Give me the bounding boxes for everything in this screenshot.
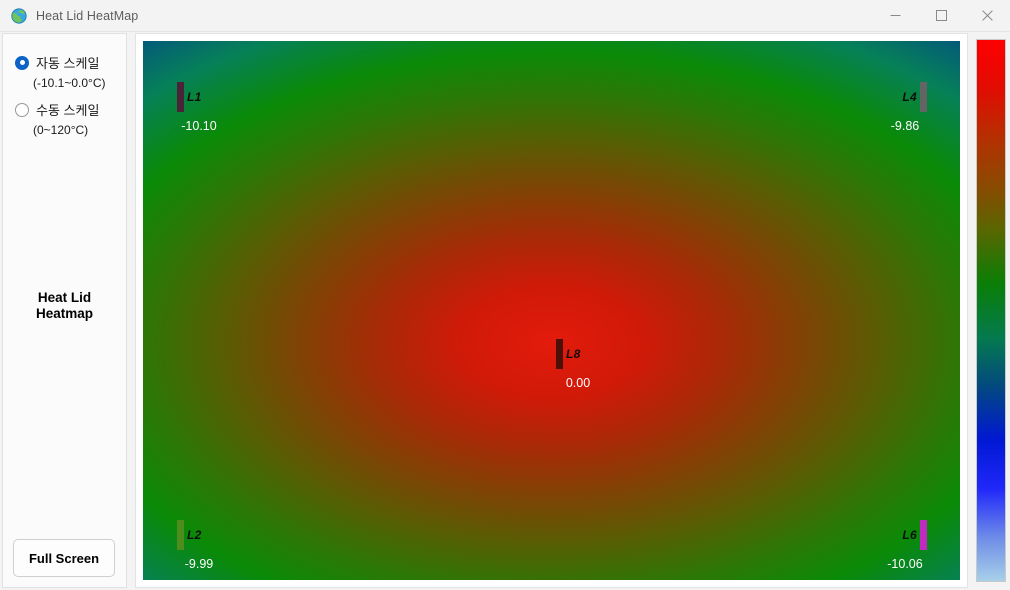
radio-manual-scale-label: 수동 스케일	[36, 103, 100, 118]
probe-L4[interactable]: L4 -9.86	[883, 81, 927, 133]
probe-value: -9.99	[184, 557, 214, 571]
radio-manual-scale[interactable]: 수동 스케일	[15, 100, 99, 119]
probe-head: L2	[177, 519, 221, 551]
probe-L1[interactable]: L1 -10.10	[177, 81, 221, 133]
probe-label: L4	[902, 90, 917, 104]
colorbar-frame	[972, 33, 1008, 588]
panel-title-line2: Heatmap	[35, 306, 94, 321]
probe-value: -10.10	[181, 119, 217, 133]
minimize-icon	[890, 15, 900, 16]
close-button[interactable]	[964, 0, 1010, 31]
manual-scale-range: (0~120°C)	[33, 123, 89, 137]
probe-value: -9.86	[890, 119, 920, 133]
probe-marker-bar	[920, 520, 927, 550]
radio-auto-scale-label: 자동 스케일	[36, 56, 100, 71]
probe-marker-bar	[177, 82, 184, 112]
probe-head: L4	[883, 81, 927, 113]
maximize-button[interactable]	[918, 0, 964, 31]
probe-L8[interactable]: L8 0.00	[556, 338, 600, 390]
minimize-button[interactable]	[872, 0, 918, 31]
probe-label: L8	[566, 347, 581, 361]
window-controls	[872, 0, 1010, 31]
radio-selected-icon	[15, 55, 29, 70]
probe-head: L8	[556, 338, 600, 370]
probe-value: 0.00	[565, 376, 591, 390]
probe-value: -10.06	[887, 557, 923, 571]
panel-title-line1: Heat Lid	[37, 290, 92, 305]
probe-head: L1	[177, 81, 221, 113]
window-title: Heat Lid HeatMap	[36, 8, 139, 23]
probe-marker-bar	[920, 82, 927, 112]
auto-scale-range: (-10.1~0.0°C)	[33, 76, 106, 90]
probe-marker-bar	[556, 339, 563, 369]
probe-L2[interactable]: L2 -9.99	[177, 519, 221, 571]
title-bar: Heat Lid HeatMap	[0, 0, 1010, 32]
heatmap-frame: L1 -10.10 L4 -9.86 L8 0.00 L2 -9.99 L6 -…	[135, 33, 968, 588]
fullscreen-button[interactable]: Full Screen	[13, 539, 115, 577]
colorbar-gradient	[976, 39, 1006, 582]
radio-auto-scale[interactable]: 자동 스케일	[15, 53, 99, 72]
maximize-icon	[935, 10, 947, 21]
panel-title: Heat Lid Heatmap	[3, 290, 126, 322]
globe-icon	[11, 7, 27, 24]
probe-head: L6	[883, 519, 927, 551]
probe-label: L1	[187, 90, 202, 104]
control-panel: 자동 스케일 (-10.1~0.0°C) 수동 스케일 (0~120°C) He…	[2, 33, 127, 588]
radio-unselected-icon	[15, 102, 29, 117]
close-icon	[981, 10, 993, 21]
probe-L6[interactable]: L6 -10.06	[883, 519, 927, 571]
probe-label: L2	[187, 528, 202, 542]
probe-marker-bar	[177, 520, 184, 550]
probe-label: L6	[902, 528, 917, 542]
app-window: Heat Lid HeatMap 자동 스케일 (-10.1~0.0°C) 수동…	[0, 0, 1010, 590]
heatmap-canvas[interactable]: L1 -10.10 L4 -9.86 L8 0.00 L2 -9.99 L6 -…	[143, 41, 960, 580]
